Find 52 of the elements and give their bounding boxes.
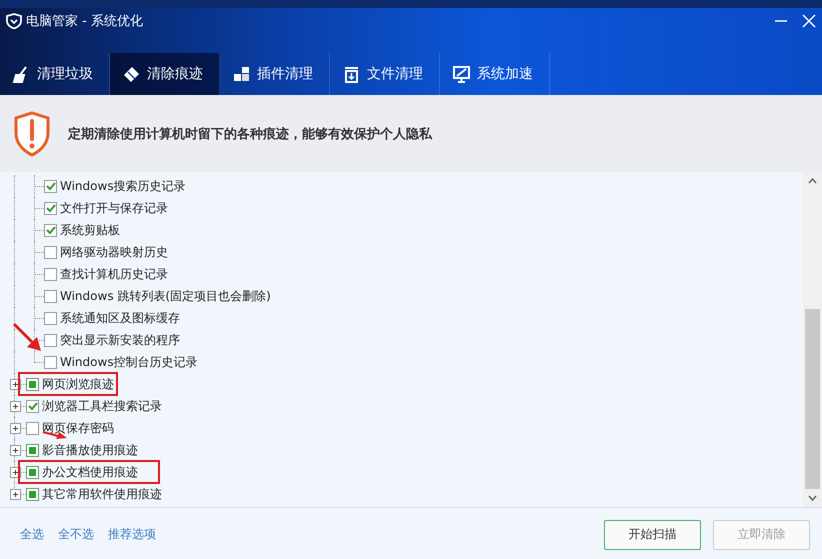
checkbox[interactable]: [44, 356, 57, 368]
tree-item[interactable]: 系统通知区及图标缓存: [60, 310, 180, 326]
warning-shield-icon: [14, 110, 50, 156]
checkbox[interactable]: [44, 224, 57, 236]
tree-item[interactable]: 其它常用软件使用痕迹: [42, 486, 162, 502]
shield-logo-icon: [6, 13, 22, 29]
tree-item[interactable]: Windows搜索历史记录: [60, 178, 186, 194]
tree-item[interactable]: 网页浏览痕迹: [42, 376, 114, 392]
window-title: 电脑管家 - 系统优化: [26, 13, 143, 30]
tab[interactable]: 清除痕迹: [110, 53, 220, 95]
expand-icon[interactable]: [10, 422, 21, 434]
eraser-icon: [122, 64, 141, 84]
tree-item[interactable]: 办公文档使用痕迹: [42, 464, 138, 480]
close-icon[interactable]: [802, 14, 816, 28]
scrollbar[interactable]: [803, 172, 822, 507]
checkbox[interactable]: [44, 334, 57, 346]
scroll-down-icon[interactable]: [808, 495, 817, 501]
tree-item[interactable]: 浏览器工具栏搜索记录: [42, 398, 162, 414]
tree-item[interactable]: Windows 跳转列表(固定项目也会删除): [60, 288, 271, 304]
checkbox[interactable]: [44, 180, 57, 192]
bin-icon: [342, 64, 361, 84]
expand-icon[interactable]: [10, 444, 21, 456]
annotation-arrow: [12, 322, 42, 352]
action-button[interactable]: 开始扫描: [604, 520, 701, 550]
tree-item[interactable]: 网络驱动器映射历史: [60, 244, 168, 260]
checkbox[interactable]: [26, 422, 39, 434]
footer-link[interactable]: 全不选: [58, 526, 94, 543]
footer-link[interactable]: 全选: [20, 526, 44, 543]
expand-icon[interactable]: [10, 400, 21, 412]
checkbox[interactable]: [44, 202, 57, 214]
monitor-icon: [452, 64, 471, 84]
scroll-up-icon[interactable]: [808, 178, 817, 184]
tree-item[interactable]: 系统剪贴板: [60, 222, 120, 238]
blocks-icon: [232, 64, 251, 84]
checkbox[interactable]: [26, 466, 39, 478]
checkbox[interactable]: [26, 400, 39, 412]
checkbox[interactable]: [44, 290, 57, 302]
tree-item[interactable]: 影音播放使用痕迹: [42, 442, 138, 458]
expand-icon[interactable]: [10, 488, 21, 500]
checkbox[interactable]: [44, 268, 57, 280]
banner-text: 定期清除使用计算机时留下的各种痕迹，能够有效保护个人隐私: [68, 126, 432, 142]
tree-item[interactable]: 查找计算机历史记录: [60, 266, 168, 282]
checkbox[interactable]: [44, 312, 57, 324]
checkbox[interactable]: [44, 246, 57, 258]
checkbox[interactable]: [26, 444, 39, 456]
tree-item[interactable]: 突出显示新安装的程序: [60, 332, 180, 348]
checkbox[interactable]: [26, 378, 39, 390]
checkbox[interactable]: [26, 488, 39, 500]
footer-link[interactable]: 推荐选项: [108, 526, 156, 543]
tree-item[interactable]: Windows控制台历史记录: [60, 354, 198, 370]
tree-item[interactable]: 文件打开与保存记录: [60, 200, 168, 216]
tree-item[interactable]: 网页保存密码: [42, 420, 114, 436]
